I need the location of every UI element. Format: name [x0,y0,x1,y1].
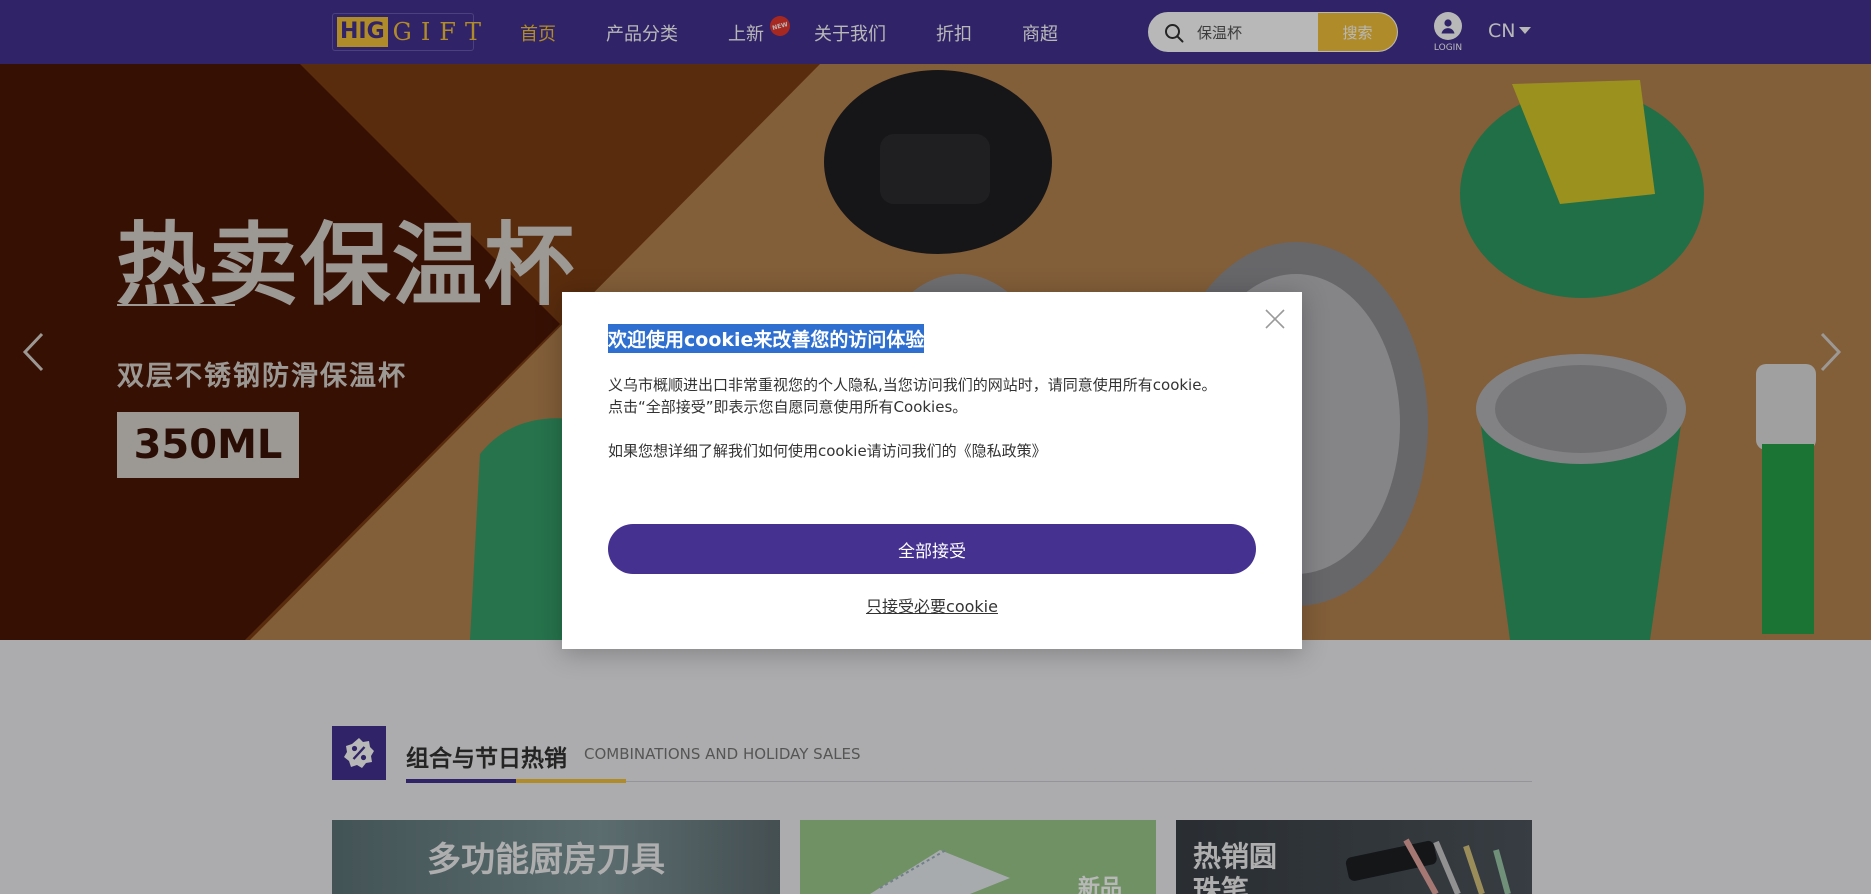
accept-necessary-only-link[interactable]: 只接受必要cookie [562,593,1302,617]
privacy-policy-text[interactable]: 如果您想详细了解我们如何使用cookie请访问我们的《隐私政策》 [608,440,1258,462]
cookie-consent-dialog: 欢迎使用cookie来改善您的访问体验 义乌市概顺进出口非常重视您的个人隐私,当… [562,292,1302,649]
cookie-dialog-body: 义乌市概顺进出口非常重视您的个人隐私,当您访问我们的网站时，请同意使用所有coo… [608,374,1258,462]
cookie-text-line: 点击“全部接受”即表示您自愿同意使用所有Cookies。 [608,398,968,416]
close-icon[interactable] [1263,307,1287,331]
cookie-text-line: 义乌市概顺进出口非常重视您的个人隐私,当您访问我们的网站时，请同意使用所有coo… [608,376,1217,394]
cookie-dialog-title: 欢迎使用cookie来改善您的访问体验 [608,324,925,353]
accept-all-button[interactable]: 全部接受 [608,524,1256,574]
